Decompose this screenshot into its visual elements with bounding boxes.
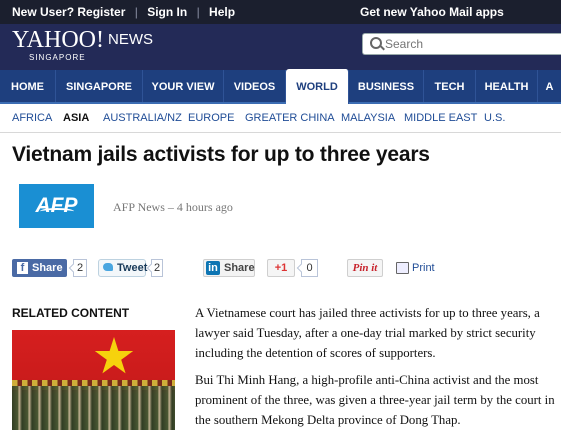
tweet-count: 2 bbox=[151, 259, 163, 277]
nav-item-business[interactable]: BUSINESS bbox=[349, 70, 424, 102]
facebook-icon: f bbox=[17, 262, 28, 274]
article-paragraph: Bui Thi Minh Hang, a high-profile anti-C… bbox=[195, 373, 555, 427]
site-header: YAHOO! NEWS SINGAPORE bbox=[0, 24, 561, 70]
subnav-item-australia-nz[interactable]: AUSTRALIA/NZ bbox=[103, 112, 182, 124]
separator: | bbox=[134, 5, 138, 19]
facebook-share-count: 2 bbox=[73, 259, 87, 277]
yahoo-wordmark: YAHOO! bbox=[12, 27, 104, 53]
nav-item-your-view[interactable]: YOUR VIEW bbox=[143, 70, 224, 102]
register-link[interactable]: Register bbox=[77, 5, 125, 19]
search-icon bbox=[370, 37, 382, 49]
nav-item-home[interactable]: HOME bbox=[0, 70, 56, 102]
new-user-link[interactable]: New User? bbox=[12, 5, 74, 19]
related-content-image[interactable] bbox=[12, 330, 175, 430]
mail-apps-link[interactable]: Get new Yahoo Mail apps bbox=[360, 5, 504, 19]
search-box[interactable] bbox=[362, 33, 561, 55]
nav-item-tech[interactable]: TECH bbox=[424, 70, 476, 102]
facebook-share-label: Share bbox=[32, 262, 63, 274]
account-links: New User? Register | Sign In | Help bbox=[12, 5, 235, 19]
news-wordmark: NEWS bbox=[108, 31, 153, 48]
nav-item-world[interactable]: WORLD bbox=[286, 69, 349, 104]
subnav-item-middle-east[interactable]: MIDDLE EAST bbox=[404, 112, 477, 124]
subnav-item-africa[interactable]: AFRICA bbox=[12, 112, 52, 124]
region-label: SINGAPORE bbox=[29, 53, 86, 62]
tweet-button[interactable]: Tweet bbox=[98, 259, 148, 277]
sub-nav: AFRICA ASIA AUSTRALIA/NZ EUROPE GREATER … bbox=[0, 104, 561, 133]
afp-logo[interactable]: AFP bbox=[19, 184, 94, 228]
google-plus-count: 0 bbox=[301, 259, 318, 277]
subnav-item-europe[interactable]: EUROPE bbox=[188, 112, 234, 124]
afp-swoosh-icon bbox=[40, 208, 74, 215]
subnav-item-us[interactable]: U.S. bbox=[484, 112, 505, 124]
nav-item-health[interactable]: HEALTH bbox=[476, 70, 538, 102]
pinterest-button[interactable]: Pin it bbox=[347, 259, 383, 277]
article-paragraph: A Vietnamese court has jailed three acti… bbox=[195, 306, 540, 360]
separator: | bbox=[196, 5, 200, 19]
linkedin-share-label: Share bbox=[224, 262, 255, 274]
subnav-item-greater-china[interactable]: GREATER CHINA bbox=[245, 112, 335, 124]
twitter-bird-icon bbox=[103, 263, 113, 271]
soldiers-graphic bbox=[12, 386, 175, 430]
main-nav: HOME SINGAPORE YOUR VIEW VIDEOS WORLD BU… bbox=[0, 69, 561, 104]
print-link[interactable]: Print bbox=[396, 259, 436, 277]
print-label: Print bbox=[412, 262, 435, 274]
subnav-item-asia[interactable]: ASIA bbox=[63, 112, 89, 124]
related-content-heading: RELATED CONTENT bbox=[12, 306, 130, 320]
linkedin-icon: in bbox=[206, 261, 220, 275]
nav-item-more[interactable]: A bbox=[538, 70, 561, 102]
linkedin-share-button[interactable]: in Share bbox=[203, 259, 255, 277]
tweet-label: Tweet bbox=[117, 262, 148, 274]
google-plus-button[interactable]: +1 bbox=[267, 259, 295, 277]
facebook-share-button[interactable]: f Share bbox=[12, 259, 67, 277]
help-link[interactable]: Help bbox=[209, 5, 235, 19]
search-input[interactable] bbox=[385, 36, 555, 52]
printer-icon bbox=[396, 262, 409, 274]
article-byline: AFP News – 4 hours ago bbox=[113, 200, 233, 214]
article-headline: Vietnam jails activists for up to three … bbox=[12, 143, 430, 166]
flag-star-graphic bbox=[94, 337, 134, 374]
yahoo-news-logo[interactable]: YAHOO! NEWS bbox=[12, 27, 153, 54]
sign-in-link[interactable]: Sign In bbox=[147, 5, 187, 19]
top-utility-bar: New User? Register | Sign In | Help Get … bbox=[0, 0, 561, 24]
subnav-item-malaysia[interactable]: MALAYSIA bbox=[341, 112, 395, 124]
nav-item-singapore[interactable]: SINGAPORE bbox=[56, 70, 143, 102]
nav-item-videos[interactable]: VIDEOS bbox=[224, 70, 286, 102]
